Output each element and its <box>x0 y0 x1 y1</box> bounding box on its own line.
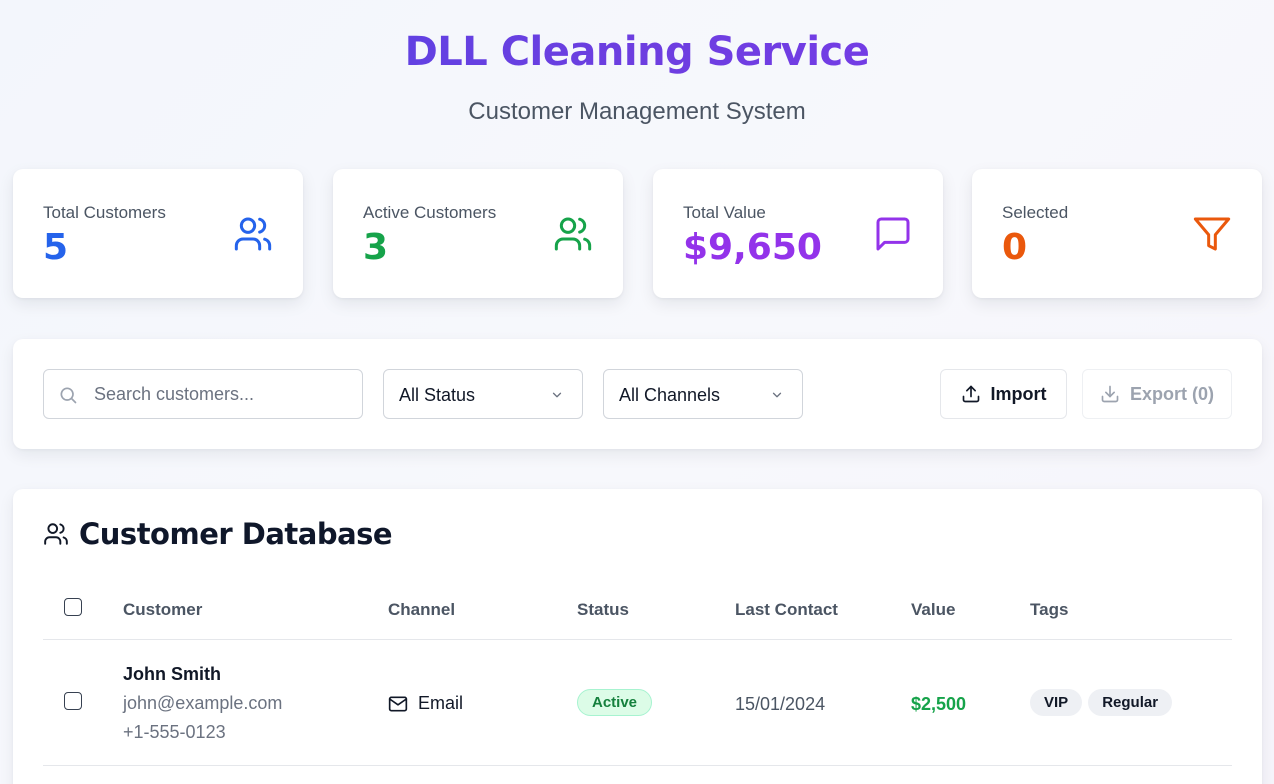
tag-badge: VIP <box>1030 689 1083 716</box>
tag-badge: Regular <box>1088 689 1173 716</box>
stat-card-total-value: Total Value $9,650 <box>653 169 943 298</box>
customer-email: john@example.com <box>123 693 283 713</box>
last-contact-cell: 15/01/2024 <box>735 694 826 714</box>
stat-value: 3 <box>363 227 389 268</box>
message-square-icon <box>876 217 910 251</box>
search-input[interactable] <box>94 370 354 418</box>
users-icon <box>44 523 68 545</box>
stat-label: Active Customers <box>363 203 497 222</box>
select-all-checkbox[interactable] <box>64 598 82 616</box>
row-divider <box>43 765 1232 766</box>
stat-card-active-customers: Active Customers 3 <box>333 169 623 298</box>
import-button-label: Import <box>990 383 1047 404</box>
download-icon <box>1101 385 1119 403</box>
column-header-value[interactable]: Value <box>911 600 955 620</box>
status-badge: Active <box>577 689 653 716</box>
customer-cell: John Smith john@example.com +1-555-0123 <box>123 664 282 743</box>
column-header-last-contact[interactable]: Last Contact <box>735 600 838 620</box>
customer-name: John Smith <box>123 664 221 684</box>
status-select-value: All Status <box>399 385 476 405</box>
page-title: DLL Cleaning Service <box>0 28 1274 76</box>
channel-cell: Email <box>388 693 463 714</box>
users-icon <box>554 217 592 251</box>
import-button[interactable]: Import <box>940 369 1067 419</box>
panel-title: Customer Database <box>43 517 393 551</box>
export-button-label: Export (0) <box>1129 383 1214 404</box>
stat-label: Total Customers <box>43 203 166 222</box>
export-button[interactable]: Export (0) <box>1082 369 1232 419</box>
column-header-customer[interactable]: Customer <box>123 600 202 620</box>
stat-value: $9,650 <box>683 227 822 268</box>
tags-cell: VIP Regular <box>1030 689 1178 716</box>
stat-card-selected: Selected 0 <box>972 169 1262 298</box>
header-divider <box>43 639 1232 640</box>
search-icon <box>60 387 77 404</box>
customer-database-panel: Customer Database Customer Channel Statu… <box>13 489 1262 784</box>
page-subtitle: Customer Management System <box>468 98 806 125</box>
channel-select[interactable]: All Channels <box>603 369 803 419</box>
channel-text: Email <box>418 693 464 713</box>
mail-icon <box>388 696 408 711</box>
filter-icon <box>1193 217 1231 251</box>
column-header-tags[interactable]: Tags <box>1030 600 1068 620</box>
row-checkbox[interactable] <box>64 692 82 710</box>
status-select[interactable]: All Status <box>383 369 583 419</box>
search-box[interactable] <box>43 369 363 419</box>
panel-title-text: Customer Database <box>79 517 393 551</box>
channel-select-value: All Channels <box>619 385 721 405</box>
users-icon <box>234 217 272 251</box>
chevron-down-icon <box>772 392 782 398</box>
column-header-channel[interactable]: Channel <box>388 600 455 620</box>
stat-label: Total Value <box>683 203 766 222</box>
stat-card-total-customers: Total Customers 5 <box>13 169 303 298</box>
page-header: DLL Cleaning Service Customer Management… <box>0 28 1274 126</box>
stat-label: Selected <box>1002 203 1069 222</box>
stat-value: 5 <box>43 227 69 268</box>
column-header-status[interactable]: Status <box>577 600 629 620</box>
stat-value: 0 <box>1002 227 1028 268</box>
chevron-down-icon <box>552 392 562 398</box>
filter-bar: All Status All Channels Import Export (0… <box>13 339 1262 449</box>
value-cell: $2,500 <box>911 694 967 714</box>
upload-icon <box>962 385 979 403</box>
customer-phone: +1-555-0123 <box>123 722 226 742</box>
